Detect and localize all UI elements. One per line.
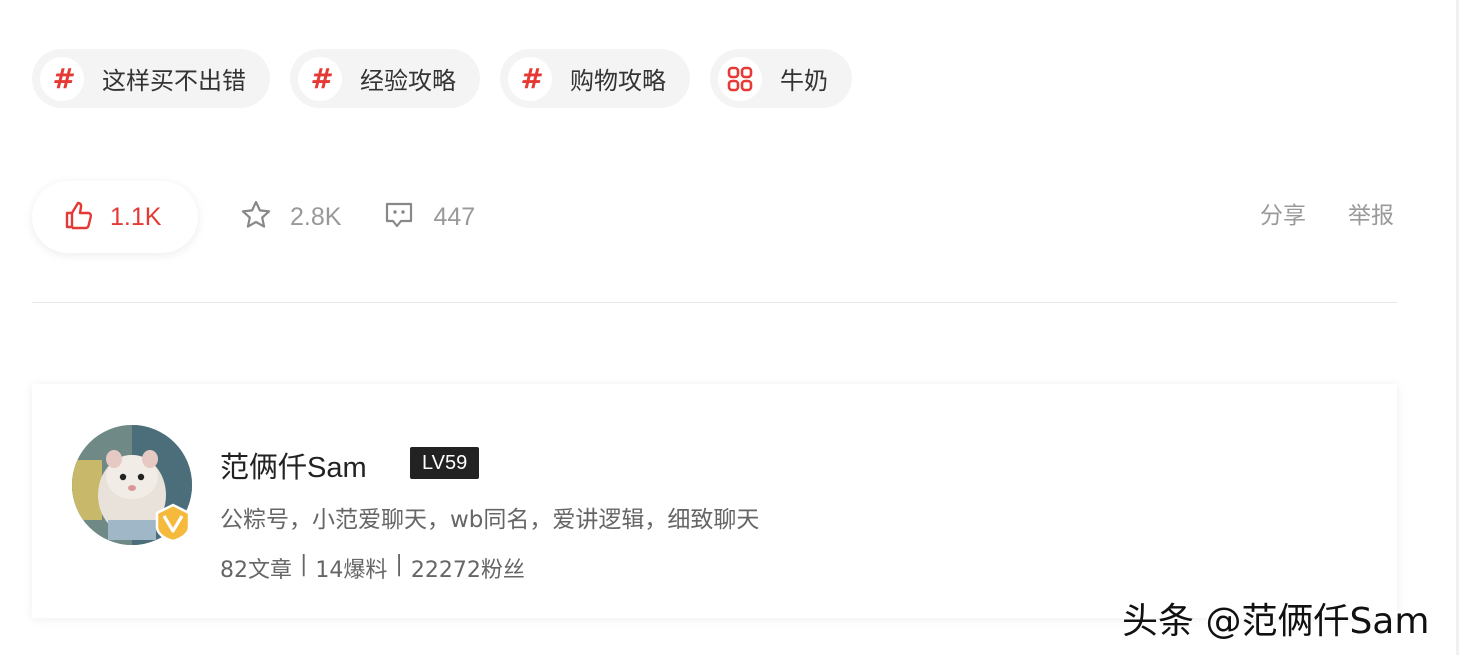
author-card: 范俩仟Sam LV59 公粽号，小范爱聊天，wb同名，爱讲逻辑，细致聊天 82文… (32, 384, 1397, 618)
deal-count[interactable]: 14爆料 (315, 552, 387, 584)
topic-tag-label: 这样买不出错 (102, 67, 246, 95)
stat-separator: | (300, 552, 308, 577)
topic-tag[interactable]: # 这样买不出错 (32, 49, 270, 108)
topic-tag[interactable]: # 购物攻略 (500, 49, 690, 108)
thumbs-up-icon (64, 200, 94, 234)
hashtag-icon: # (508, 56, 552, 101)
favorite-count: 2.8K (290, 202, 342, 231)
category-grid-icon (718, 56, 762, 101)
action-bar: 1.1K 2.8K 447 (32, 181, 475, 253)
follower-count[interactable]: 22272粉丝 (411, 552, 525, 584)
report-link[interactable]: 举报 (1348, 196, 1394, 230)
article-footer: # 这样买不出错 # 经验攻略 # 购物攻略 牛奶 1.1K 2.8K 447 … (0, 0, 1459, 655)
comment-button[interactable]: 447 (383, 199, 475, 235)
verified-badge-icon (153, 503, 193, 543)
share-link[interactable]: 分享 (1260, 196, 1306, 230)
author-bio: 公粽号，小范爱聊天，wb同名，爱讲逻辑，细致聊天 (220, 507, 760, 533)
topic-tag-label: 购物攻略 (570, 67, 666, 95)
like-count: 1.1K (110, 202, 162, 231)
topic-tag-label: 牛奶 (780, 67, 828, 95)
article-count[interactable]: 82文章 (220, 552, 292, 584)
topic-tags: # 这样买不出错 # 经验攻略 # 购物攻略 牛奶 (32, 49, 852, 108)
topic-tag[interactable]: 牛奶 (710, 49, 852, 108)
topic-tag[interactable]: # 经验攻略 (290, 49, 480, 108)
divider (32, 302, 1397, 303)
hashtag-icon: # (298, 56, 342, 101)
topic-tag-label: 经验攻略 (360, 67, 456, 95)
comment-icon (383, 199, 415, 235)
comment-count: 447 (433, 202, 476, 231)
favorite-button[interactable]: 2.8K (240, 199, 341, 235)
author-name[interactable]: 范俩仟Sam (220, 444, 367, 486)
level-badge: LV59 (410, 447, 480, 479)
stat-separator: | (395, 552, 403, 577)
author-stats: 82文章 | 14爆料 | 22272粉丝 (220, 552, 525, 584)
like-button[interactable]: 1.1K (32, 181, 198, 253)
hashtag-icon: # (40, 56, 84, 101)
watermark: 头条 @范俩仟Sam (1122, 601, 1430, 642)
star-icon (240, 199, 272, 235)
